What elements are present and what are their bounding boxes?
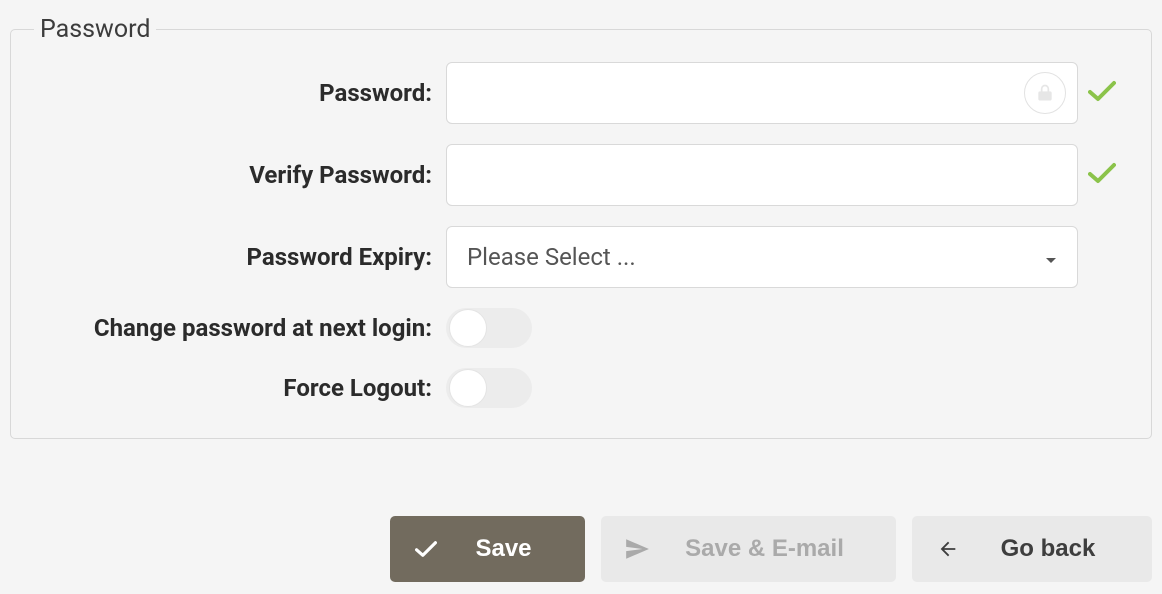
check-icon bbox=[1088, 162, 1116, 188]
change-next-login-toggle[interactable] bbox=[446, 308, 532, 348]
force-logout-label: Force Logout: bbox=[26, 374, 446, 402]
toggle-knob bbox=[449, 309, 487, 347]
go-back-button[interactable]: Go back bbox=[912, 516, 1152, 582]
chevron-down-icon bbox=[1045, 243, 1057, 271]
save-button-label: Save bbox=[462, 535, 585, 563]
force-logout-toggle[interactable] bbox=[446, 368, 532, 408]
change-next-login-label: Change password at next login: bbox=[26, 314, 446, 342]
password-input[interactable] bbox=[446, 62, 1078, 124]
password-expiry-label: Password Expiry: bbox=[26, 243, 446, 271]
verify-password-input[interactable] bbox=[446, 144, 1078, 206]
paper-plane-icon bbox=[601, 536, 673, 562]
arrow-left-icon bbox=[912, 538, 984, 560]
save-email-button-label: Save & E-mail bbox=[673, 535, 896, 563]
save-email-button: Save & E-mail bbox=[601, 516, 896, 582]
select-value: Please Select ... bbox=[467, 243, 636, 271]
fieldset-legend: Password bbox=[34, 15, 156, 44]
password-expiry-select[interactable]: Please Select ... bbox=[446, 226, 1078, 288]
check-icon bbox=[1088, 80, 1116, 106]
toggle-knob bbox=[449, 369, 487, 407]
lock-icon[interactable] bbox=[1024, 72, 1066, 114]
button-bar: Save Save & E-mail Go back bbox=[390, 516, 1152, 582]
save-button[interactable]: Save bbox=[390, 516, 585, 582]
verify-password-label: Verify Password: bbox=[26, 161, 446, 189]
password-label: Password: bbox=[26, 79, 446, 107]
go-back-button-label: Go back bbox=[984, 535, 1152, 563]
check-icon bbox=[390, 540, 462, 558]
password-fieldset: Password Password: Verify Password: Pass… bbox=[10, 15, 1152, 439]
